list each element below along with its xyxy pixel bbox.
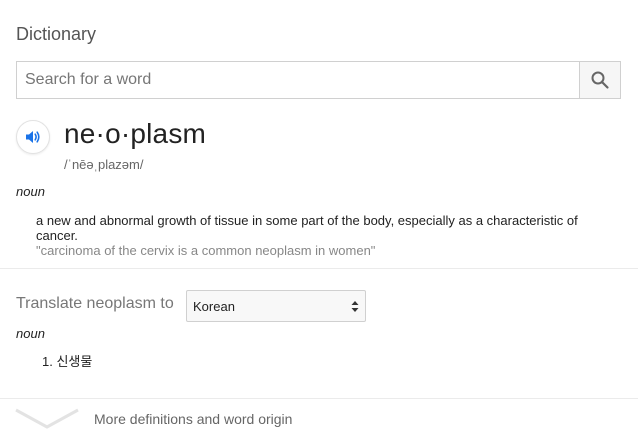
part-of-speech: noun bbox=[16, 184, 45, 199]
search-icon bbox=[591, 71, 609, 89]
footer-divider bbox=[0, 398, 638, 399]
translation-text: 신생물 bbox=[56, 354, 93, 369]
search-box bbox=[16, 61, 621, 99]
section-divider bbox=[0, 268, 638, 269]
select-arrows-icon bbox=[351, 301, 359, 312]
translation-number: 1. bbox=[42, 354, 53, 369]
headword: ne·o·plasm bbox=[64, 118, 207, 149]
search-button[interactable] bbox=[579, 62, 620, 98]
pronunciation-button[interactable] bbox=[16, 120, 50, 154]
dictionary-card: Dictionary ne·o·plasm /ˈnēəˌplazəm/ noun… bbox=[0, 0, 638, 439]
chevron-down-icon bbox=[15, 408, 79, 429]
expand-button[interactable] bbox=[14, 408, 80, 435]
language-select-value: Korean bbox=[193, 299, 235, 314]
dictionary-title: Dictionary bbox=[16, 24, 97, 44]
translation-item: 1. 신생물 bbox=[42, 351, 92, 370]
speaker-icon bbox=[26, 131, 40, 143]
translate-label: Translate neoplasm to bbox=[16, 295, 174, 312]
definition-text: a new and abnormal growth of tissue in s… bbox=[36, 213, 578, 243]
more-definitions-link[interactable]: More definitions and word origin bbox=[94, 411, 292, 427]
phonetic-spelling: /ˈnēəˌplazəm/ bbox=[64, 157, 144, 172]
search-input[interactable] bbox=[17, 62, 581, 98]
translation-part-of-speech: noun bbox=[16, 326, 45, 341]
example-sentence: "carcinoma of the cervix is a common neo… bbox=[36, 243, 376, 258]
language-select[interactable]: Korean bbox=[186, 290, 366, 322]
